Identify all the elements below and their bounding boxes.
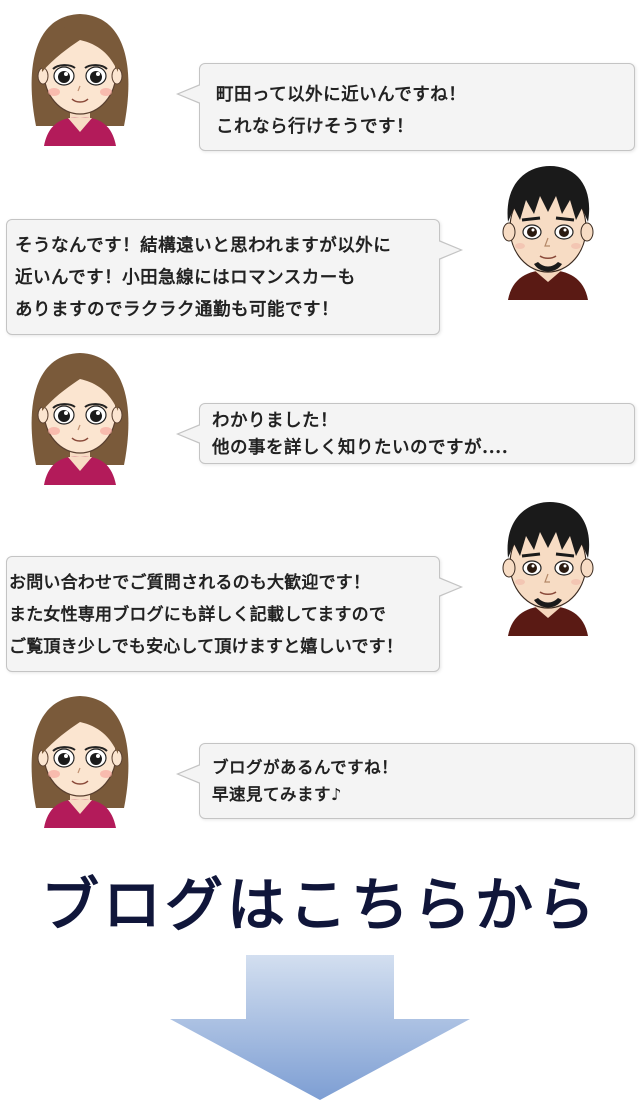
woman-speech-bubble: わかりました！ 他の事を詳しく知りたいのですが.... [176, 403, 635, 464]
woman-avatar [22, 6, 138, 146]
woman-avatar-icon [22, 345, 138, 485]
woman-avatar [22, 345, 138, 485]
bubble-text-line: わかりました！ [212, 411, 338, 431]
woman-speech-bubble: ブログがあるんですね！ 早速見てみます♪ [176, 743, 635, 819]
woman-avatar [22, 688, 138, 828]
woman-avatar-icon [22, 6, 138, 146]
bubble-text-line: これなら行けそうです！ [216, 117, 414, 137]
woman-speech-bubble: 町田って以外に近いんですね！ これなら行けそうです！ [176, 63, 635, 151]
bubble-text-line: お問い合わせでご質問されるのも大歓迎です！ [9, 573, 371, 593]
woman-avatar-icon [22, 688, 138, 828]
man-speech-bubble: そうなんです！結構遠いと思われますが以外に 近いんです！小田急線にはロマンスカー… [6, 219, 463, 335]
man-avatar-icon [490, 160, 606, 300]
man-avatar [490, 496, 606, 636]
man-avatar [490, 160, 606, 300]
bubble-text-line: 町田って以外に近いんですね！ [216, 85, 467, 105]
man-avatar-icon [490, 496, 606, 636]
bubble-text-line: ご覧頂き少しでも安心して頂けますと嬉しいです！ [9, 637, 404, 657]
down-arrow-icon[interactable] [170, 955, 470, 1100]
man-speech-bubble: お問い合わせでご質問されるのも大歓迎です！ また女性専用ブログにも詳しく記載して… [6, 556, 463, 672]
bubble-text-line: 早速見てみます♪ [212, 785, 343, 804]
bubble-text-line: また女性専用ブログにも詳しく記載してますので [9, 605, 387, 625]
bubble-text-line: ブログがあるんですね！ [212, 758, 399, 777]
bubble-text-line: 近いんです！小田急線にはロマンスカーも [15, 268, 356, 288]
bubble-text-line: そうなんです！結構遠いと思われますが以外に [15, 236, 392, 256]
bubble-text-line: 他の事を詳しく知りたいのですが.... [212, 438, 509, 458]
blog-link-heading[interactable]: ブログはこちらから [0, 858, 640, 942]
bubble-text-line: ありますのでラクラク通勤も可能です！ [15, 300, 339, 320]
